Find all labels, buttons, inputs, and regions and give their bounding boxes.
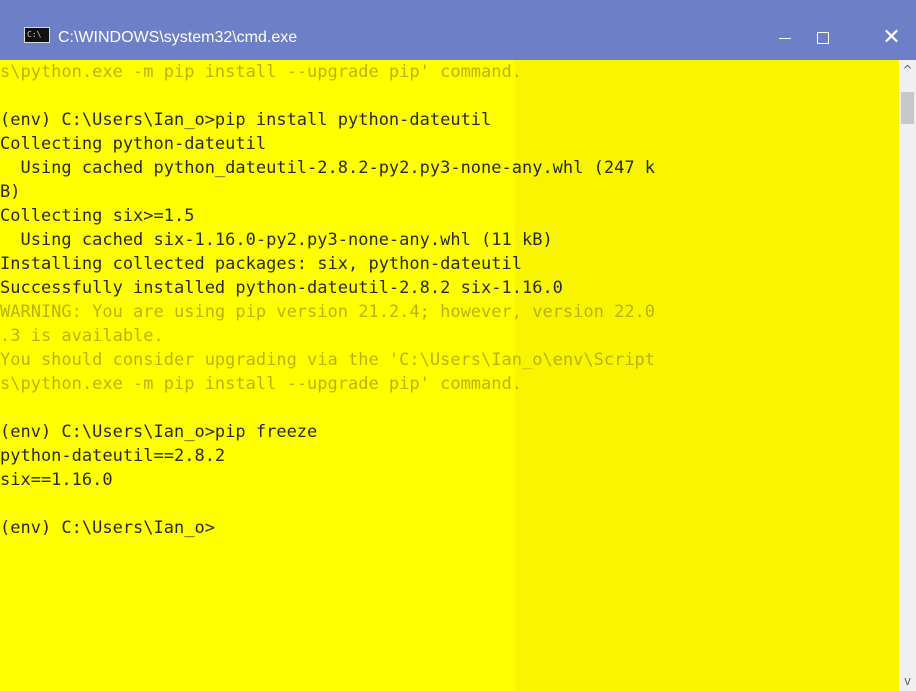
prompt-line[interactable]: (env) C:\Users\Ian_o> — [0, 516, 899, 540]
scroll-down-icon[interactable]: v — [899, 673, 916, 689]
warning-line: WARNING: You are using pip version 21.2.… — [0, 302, 656, 322]
warning-line: .3 is available. — [0, 326, 164, 346]
terminal-line: Successfully installed python-dateutil-2… — [0, 278, 563, 298]
close-button[interactable]: ✕ — [867, 16, 916, 60]
terminal-line: s\python.exe -m pip install --upgrade pi… — [0, 62, 522, 82]
scroll-thumb[interactable] — [901, 92, 914, 124]
terminal-line: Using cached six-1.16.0-py2.py3-none-any… — [0, 230, 553, 250]
terminal-line: Collecting six>=1.5 — [0, 206, 195, 226]
warning-line: You should consider upgrading via the 'C… — [0, 350, 656, 370]
terminal-line: Collecting python-dateutil — [0, 134, 267, 154]
cmd-window[interactable]: C:\ C:\WINDOWS\system32\cmd.exe ✕ s\pyth… — [0, 0, 916, 691]
terminal-line: Installing collected packages: six, pyth… — [0, 254, 522, 274]
terminal-line: Using cached python_dateutil-2.8.2-py2.p… — [0, 158, 656, 178]
terminal-line: six==1.16.0 — [0, 470, 113, 490]
terminal-line: (env) C:\Users\Ian_o>pip freeze — [0, 422, 318, 442]
close-icon: ✕ — [882, 25, 901, 50]
vertical-scrollbar[interactable]: ^ v — [899, 60, 916, 691]
maximize-icon — [817, 32, 829, 44]
cmd-app-icon: C:\ — [24, 27, 50, 43]
window-title: C:\WINDOWS\system32\cmd.exe — [58, 29, 298, 46]
terminal-line: python-dateutil==2.8.2 — [0, 446, 226, 466]
maximize-button[interactable] — [800, 16, 846, 60]
terminal-output[interactable]: s\python.exe -m pip install --upgrade pi… — [0, 60, 899, 691]
terminal-line: B) — [0, 182, 21, 202]
minimize-icon — [779, 37, 791, 39]
terminal-line: (env) C:\Users\Ian_o>pip install python-… — [0, 110, 492, 130]
warning-line: s\python.exe -m pip install --upgrade pi… — [0, 374, 522, 394]
terminal-lines: s\python.exe -m pip install --upgrade pi… — [0, 60, 899, 540]
title-bar[interactable]: C:\ C:\WINDOWS\system32\cmd.exe ✕ — [0, 0, 916, 60]
scroll-up-icon[interactable]: ^ — [899, 62, 916, 78]
